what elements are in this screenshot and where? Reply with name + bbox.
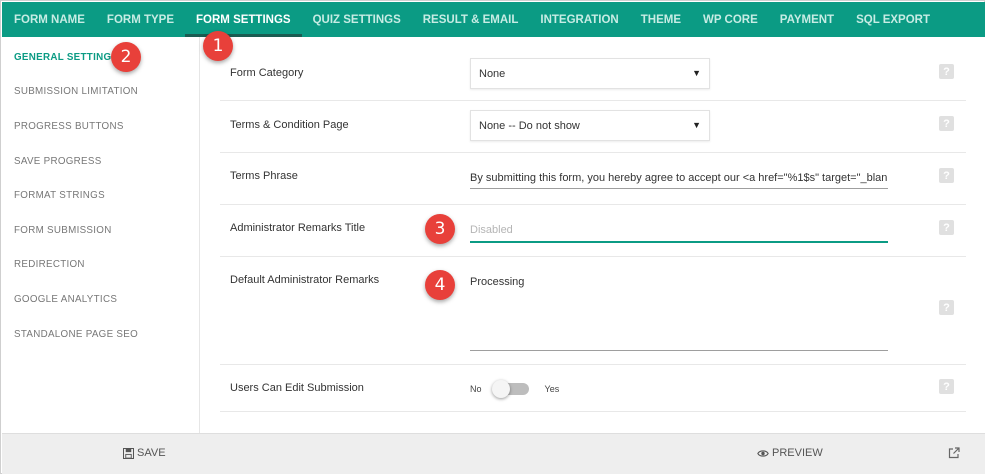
toggle-off-label: No xyxy=(470,384,482,394)
tab-wp-core[interactable]: WP CORE xyxy=(692,2,769,37)
admin-remarks-title-input[interactable]: Disabled xyxy=(470,219,888,243)
eye-icon xyxy=(757,449,769,457)
help-icon[interactable]: ? xyxy=(939,220,954,235)
help-icon[interactable]: ? xyxy=(939,379,954,394)
floppy-disk-icon xyxy=(123,447,134,459)
tab-sql-export[interactable]: SQL EXPORT xyxy=(845,2,941,37)
sidebar-item-google-analytics[interactable]: GOOGLE ANALYTICS xyxy=(2,282,199,317)
app-frame: FORM NAME FORM TYPE FORM SETTINGS QUIZ S… xyxy=(0,0,985,474)
save-label: SAVE xyxy=(137,447,166,459)
sidebar-item-progress-buttons[interactable]: PROGRESS BUTTONS xyxy=(2,109,199,144)
users-can-edit-toggle-group: No Yes xyxy=(470,380,560,398)
sidebar-item-redirection[interactable]: REDIRECTION xyxy=(2,248,199,283)
default-admin-remarks-label: Default Administrator Remarks xyxy=(230,274,380,286)
tab-quiz-settings[interactable]: QUIZ SETTINGS xyxy=(302,2,412,37)
terms-phrase-input[interactable]: By submitting this form, you hereby agre… xyxy=(470,167,888,189)
tab-form-type[interactable]: FORM TYPE xyxy=(96,2,185,37)
terms-page-value: None -- Do not show xyxy=(479,119,580,132)
external-link-button[interactable] xyxy=(948,447,963,459)
toggle-on-label: Yes xyxy=(544,384,560,394)
settings-panel: Form Category None ▼ ? Terms & Condition… xyxy=(200,37,985,433)
tab-theme[interactable]: THEME xyxy=(630,2,692,37)
caret-down-icon: ▼ xyxy=(692,120,701,130)
default-admin-remarks-textarea[interactable]: Processing xyxy=(470,276,888,351)
form-category-row: Form Category None ▼ ? xyxy=(220,49,966,101)
tab-payment[interactable]: PAYMENT xyxy=(769,2,845,37)
external-link-icon xyxy=(948,447,960,459)
annotation-badge-1: 1 xyxy=(203,31,233,61)
preview-button[interactable]: PREVIEW xyxy=(757,447,823,459)
help-icon[interactable]: ? xyxy=(939,300,954,315)
tab-form-settings[interactable]: FORM SETTINGS xyxy=(185,2,302,37)
terms-page-label: Terms & Condition Page xyxy=(230,119,349,131)
save-button[interactable]: SAVE xyxy=(123,447,166,459)
annotation-badge-3: 3 xyxy=(425,214,455,244)
terms-phrase-label: Terms Phrase xyxy=(230,170,298,182)
top-tab-bar: FORM NAME FORM TYPE FORM SETTINGS QUIZ S… xyxy=(2,2,985,37)
sidebar-item-form-submission[interactable]: FORM SUBMISSION xyxy=(2,213,199,248)
caret-down-icon: ▼ xyxy=(692,68,701,78)
sidebar-item-format-strings[interactable]: FORMAT STRINGS xyxy=(2,178,199,213)
sidebar-item-standalone-page-seo[interactable]: STANDALONE PAGE SEO xyxy=(2,317,199,352)
tab-result-email[interactable]: RESULT & EMAIL xyxy=(412,2,530,37)
default-admin-remarks-row: Default Administrator Remarks Processing… xyxy=(220,257,966,365)
preview-label: PREVIEW xyxy=(772,447,823,459)
admin-remarks-title-label: Administrator Remarks Title xyxy=(230,222,366,234)
tab-integration[interactable]: INTEGRATION xyxy=(529,2,629,37)
form-category-label: Form Category xyxy=(230,67,304,79)
users-can-edit-toggle[interactable] xyxy=(491,380,529,398)
tab-form-name[interactable]: FORM NAME xyxy=(2,2,96,37)
help-icon[interactable]: ? xyxy=(939,64,954,79)
admin-remarks-title-row: Administrator Remarks Title Disabled ? xyxy=(220,205,966,257)
terms-page-row: Terms & Condition Page None -- Do not sh… xyxy=(220,101,966,153)
sidebar-item-save-progress[interactable]: SAVE PROGRESS xyxy=(2,144,199,179)
terms-page-select[interactable]: None -- Do not show ▼ xyxy=(470,110,710,141)
sidebar-item-submission-limitation[interactable]: SUBMISSION LIMITATION xyxy=(2,75,199,110)
form-category-select[interactable]: None ▼ xyxy=(470,58,710,89)
terms-phrase-row: Terms Phrase By submitting this form, yo… xyxy=(220,153,966,205)
users-can-edit-label: Users Can Edit Submission xyxy=(230,382,364,394)
toggle-knob xyxy=(491,380,510,398)
settings-sidebar: GENERAL SETTINGS SUBMISSION LIMITATION P… xyxy=(2,37,200,433)
users-can-edit-row: Users Can Edit Submission No Yes ? xyxy=(220,365,966,412)
admin-remarks-title-placeholder: Disabled xyxy=(470,224,513,236)
sidebar-item-general-settings[interactable]: GENERAL SETTINGS xyxy=(2,40,199,75)
footer-toolbar: SAVE PREVIEW xyxy=(2,433,985,474)
form-category-value: None xyxy=(479,67,506,80)
help-icon[interactable]: ? xyxy=(939,116,954,131)
annotation-badge-2: 2 xyxy=(111,42,141,72)
help-icon[interactable]: ? xyxy=(939,168,954,183)
annotation-badge-4: 4 xyxy=(425,270,455,300)
